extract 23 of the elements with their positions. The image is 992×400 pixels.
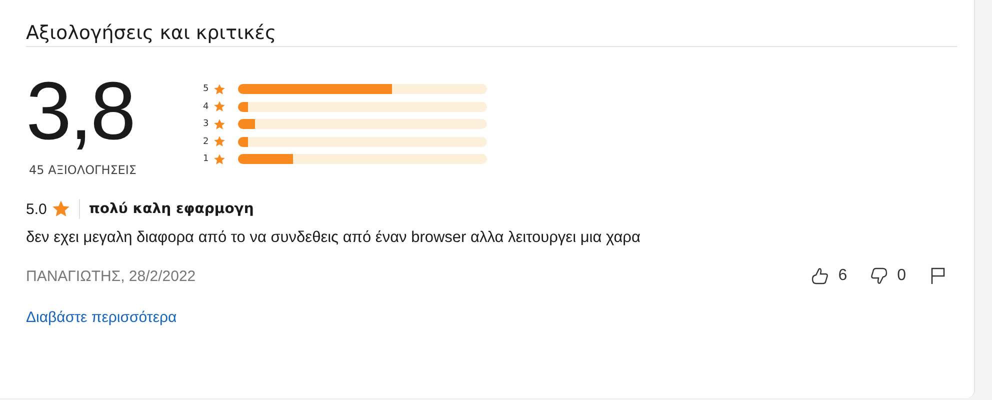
review-rating: 5.0 <box>26 200 47 218</box>
star-icon <box>213 152 226 166</box>
star-icon <box>213 100 226 114</box>
dislike-button[interactable]: 0 <box>869 266 906 286</box>
star-icon <box>213 118 226 131</box>
thumbs-up-icon <box>810 266 830 286</box>
thumbs-down-icon <box>869 266 890 286</box>
review-text: δεν εχει μεγαλη διαφορα από το να συνδεθεις από έναν browser αλλα λειτουργει μια χαρα <box>26 229 642 247</box>
star-level-label: 5 <box>203 84 210 94</box>
like-button[interactable]: 6 <box>810 266 848 286</box>
star-level-label: 4 <box>203 102 210 112</box>
section-title: Αξιολογήσεις και κριτικές <box>26 21 278 46</box>
average-rating: 3,8 <box>26 71 134 153</box>
read-more-link[interactable]: Διαβάστε περισσότερα <box>26 309 177 326</box>
rating-count: 45 ΑΞΙΟΛΟΓΗΣΕΙΣ <box>29 163 137 177</box>
review-author-date: ΠΑΝΑΓΙΩΤΗΣ, 28/2/2022 <box>26 268 196 284</box>
star-icon <box>50 199 71 219</box>
star-icon <box>213 135 226 148</box>
review-title: πολύ καλη εφαρμογη <box>88 201 254 217</box>
star-level-label: 1 <box>203 154 210 164</box>
star-icon <box>213 82 226 96</box>
star-level-label: 3 <box>203 119 210 130</box>
star-level-label: 2 <box>203 136 210 147</box>
